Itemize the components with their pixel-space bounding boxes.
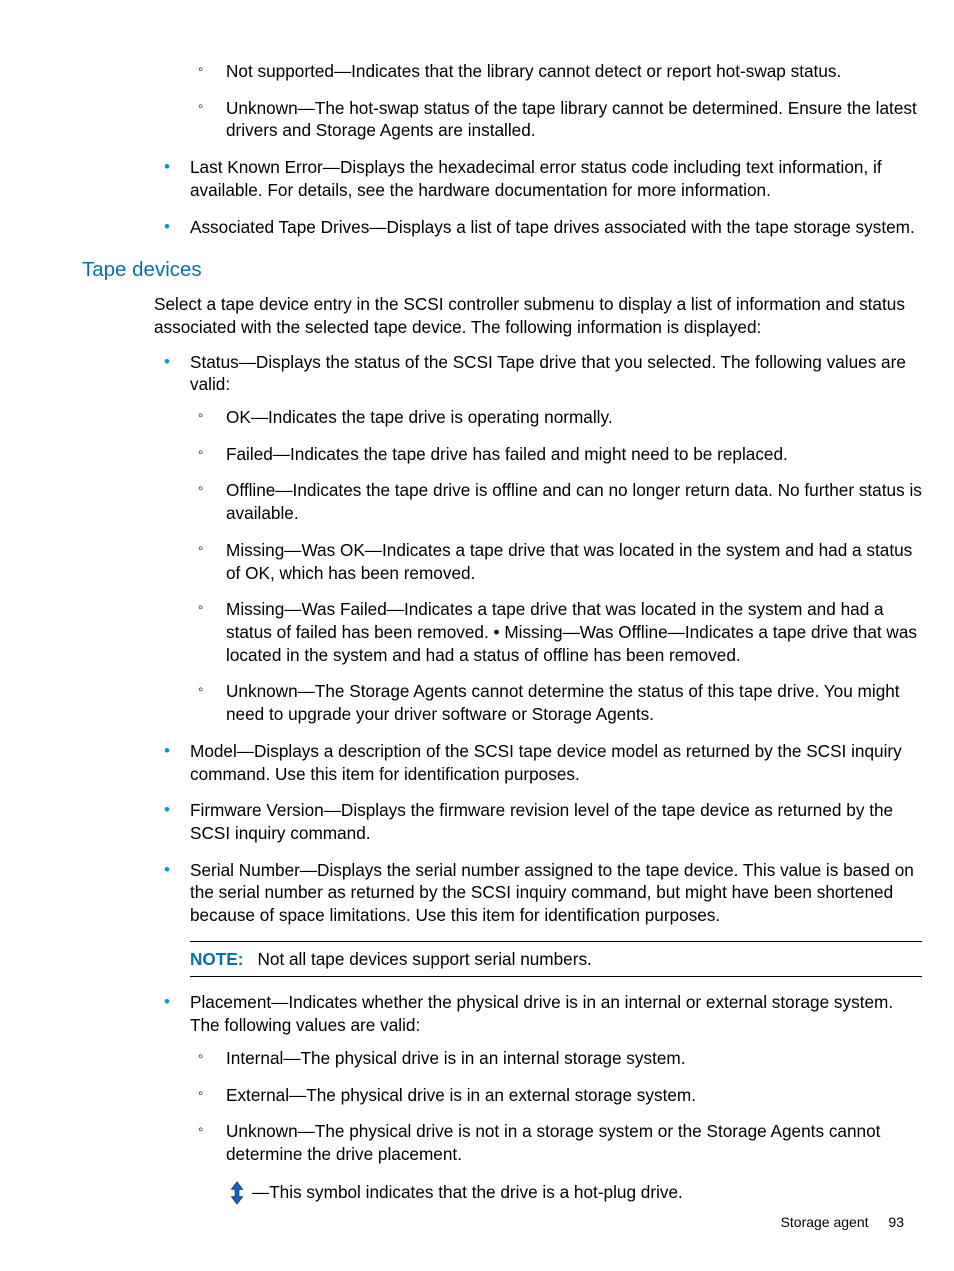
page-footer: Storage agent 93 [781, 1213, 904, 1231]
hotplug-text: —This symbol indicates that the drive is… [252, 1181, 683, 1204]
list-item: Offline—Indicates the tape drive is offl… [190, 479, 922, 524]
body-text: Placement—Indicates whether the physical… [190, 992, 893, 1035]
top-continuation-block: Not supported—Indicates that the library… [154, 60, 922, 238]
placement-bullet-list: Placement—Indicates whether the physical… [154, 991, 922, 1205]
list-item: Unknown—The hot-swap status of the tape … [190, 97, 922, 142]
list-item: Not supported—Indicates that the library… [154, 60, 922, 142]
list-item-placement: Placement—Indicates whether the physical… [154, 991, 922, 1205]
intro-paragraph: Select a tape device entry in the SCSI c… [154, 293, 922, 338]
list-item: Unknown—The physical drive is not in a s… [190, 1120, 922, 1165]
body-text: OK—Indicates the tape drive is operating… [226, 407, 613, 427]
hotplug-icon [226, 1180, 248, 1206]
body-text: Firmware Version—Displays the firmware r… [190, 800, 893, 843]
body-text: Unknown—The Storage Agents cannot determ… [226, 681, 900, 724]
list-item: Unknown—The Storage Agents cannot determ… [190, 680, 922, 725]
footer-section-label: Storage agent [781, 1214, 869, 1230]
section-heading-tape-devices: Tape devices [82, 256, 922, 283]
main-bullet-list: Status—Displays the status of the SCSI T… [154, 351, 922, 927]
note-text: Not all tape devices support serial numb… [257, 949, 591, 969]
list-item-model: Model—Displays a description of the SCSI… [154, 740, 922, 785]
body-text: Associated Tape Drives—Displays a list o… [190, 217, 915, 237]
note-label: NOTE: [190, 949, 243, 969]
body-text: Last Known Error—Displays the hexadecima… [190, 157, 882, 200]
body-text: Status—Displays the status of the SCSI T… [190, 352, 906, 395]
list-item-status: Status—Displays the status of the SCSI T… [154, 351, 922, 726]
page-number: 93 [888, 1214, 904, 1230]
list-item: Internal—The physical drive is in an int… [190, 1047, 922, 1070]
list-item-firmware: Firmware Version—Displays the firmware r… [154, 799, 922, 844]
placement-sub-list: Internal—The physical drive is in an int… [190, 1047, 922, 1166]
top-main-bullets: Last Known Error—Displays the hexadecima… [154, 156, 922, 238]
body-text: Failed—Indicates the tape drive has fail… [226, 444, 788, 464]
body-text: Unknown—The hot-swap status of the tape … [226, 98, 917, 141]
hotplug-line: —This symbol indicates that the drive is… [226, 1180, 922, 1206]
list-item: OK—Indicates the tape drive is operating… [190, 406, 922, 429]
top-bullet-list: Not supported—Indicates that the library… [154, 60, 922, 142]
body-text: Missing—Was Failed—Indicates a tape driv… [226, 599, 917, 664]
body-text: Unknown—The physical drive is not in a s… [226, 1121, 880, 1164]
list-item: Last Known Error—Displays the hexadecima… [154, 156, 922, 201]
body-text: Offline—Indicates the tape drive is offl… [226, 480, 922, 523]
status-sub-list: OK—Indicates the tape drive is operating… [190, 406, 922, 726]
body-text: Model—Displays a description of the SCSI… [190, 741, 902, 784]
list-item: External—The physical drive is in an ext… [190, 1084, 922, 1107]
body-text: External—The physical drive is in an ext… [226, 1085, 696, 1105]
note-box: NOTE: Not all tape devices support serial… [190, 941, 922, 978]
document-page: Not supported—Indicates that the library… [0, 0, 954, 1271]
list-item-serial: Serial Number—Displays the serial number… [154, 859, 922, 927]
body-text: Serial Number—Displays the serial number… [190, 860, 914, 925]
list-item: Missing—Was OK—Indicates a tape drive th… [190, 539, 922, 584]
list-item: Associated Tape Drives—Displays a list o… [154, 216, 922, 239]
list-item: Missing—Was Failed—Indicates a tape driv… [190, 598, 922, 666]
body-text: Missing—Was OK—Indicates a tape drive th… [226, 540, 912, 583]
body-text: Internal—The physical drive is in an int… [226, 1048, 686, 1068]
list-item: Failed—Indicates the tape drive has fail… [190, 443, 922, 466]
top-sub-list: Not supported—Indicates that the library… [190, 60, 922, 142]
list-item: Not supported—Indicates that the library… [190, 60, 922, 83]
body-text: Not supported—Indicates that the library… [226, 61, 841, 81]
tape-devices-block: Select a tape device entry in the SCSI c… [154, 293, 922, 1205]
